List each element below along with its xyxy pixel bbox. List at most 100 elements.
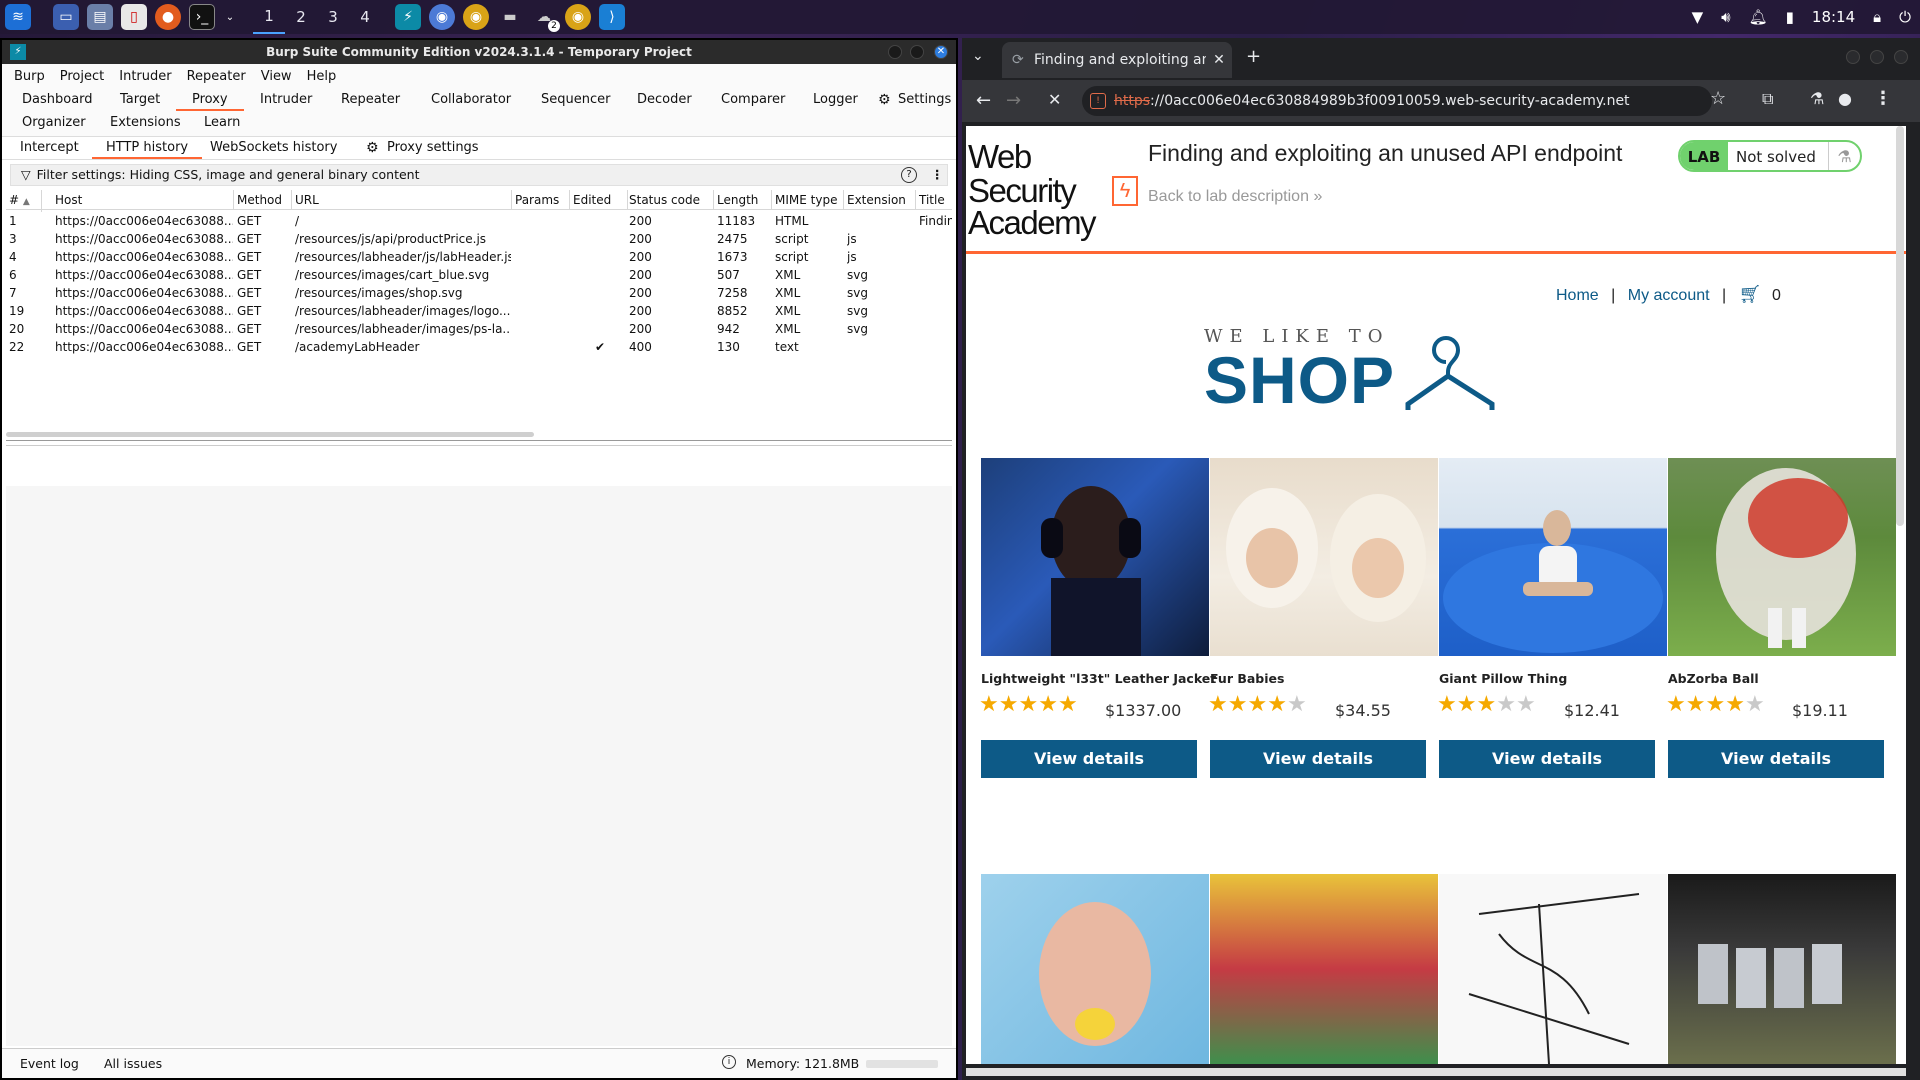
chrome-icon[interactable]: ◉ [463, 4, 489, 30]
subtab-http-history[interactable]: HTTP history [92, 137, 203, 159]
maximize-button[interactable] [910, 45, 924, 59]
product-image-jacket[interactable] [981, 458, 1209, 658]
power-icon[interactable]: ⏻ [1899, 8, 1911, 26]
desktop-icon[interactable]: ▭ [53, 4, 79, 30]
stop-icon[interactable]: ✕ [1048, 90, 1061, 109]
keyboard-icon[interactable]: ▬ [497, 4, 523, 30]
chrome-menu-icon[interactable]: ⋮ [1874, 88, 1892, 109]
forward-icon[interactable]: → [1006, 90, 1021, 111]
address-bar[interactable]: ! https://0acc006e04ec630884989b3f009100… [1082, 86, 1712, 116]
more-options-icon[interactable]: ⋮ [931, 165, 944, 185]
document-icon[interactable]: ▯ [121, 4, 147, 30]
col-num[interactable]: # ▲ [6, 190, 42, 212]
view-details-button-4[interactable]: View details [1668, 740, 1884, 778]
product-image-row2-1[interactable] [981, 874, 1209, 1064]
workspace-4[interactable]: 4 [349, 8, 381, 26]
menu-project[interactable]: Project [60, 69, 104, 84]
help-icon[interactable]: ? [901, 167, 917, 183]
subtab-proxy-settings[interactable]: Proxy settings [387, 137, 479, 159]
subtab-websockets-history[interactable]: WebSockets history [210, 137, 337, 159]
chrome-close-button[interactable] [1894, 50, 1908, 64]
close-button[interactable]: ✕ [934, 45, 948, 59]
tab-close-icon[interactable]: ✕ [1206, 42, 1232, 78]
page-scrollbar[interactable] [1896, 126, 1904, 526]
col-extension[interactable]: Extension [844, 190, 916, 210]
menu-help[interactable]: Help [307, 69, 337, 84]
bell-icon[interactable]: 🔔︎ [1749, 8, 1768, 26]
back-icon[interactable]: ← [976, 90, 991, 111]
tab-extensions[interactable]: Extensions [110, 112, 181, 134]
browser-tab[interactable]: ⟳ Finding and exploiting an unused API e… [1002, 42, 1232, 78]
chrome-icon-2[interactable]: ◉ [565, 4, 591, 30]
col-mime-type[interactable]: MIME type [772, 190, 844, 210]
table-row[interactable]: 3 https://0acc006e04ec63088... GET/resourc… [6, 230, 952, 248]
horizontal-page-scrollbar[interactable] [966, 1068, 1906, 1076]
table-row[interactable]: 4 https://0acc006e04ec63088... GET/resourc… [6, 248, 952, 266]
workspace-3[interactable]: 3 [317, 8, 349, 26]
tab-decoder[interactable]: Decoder [637, 89, 692, 111]
lock-icon[interactable]: 🔒︎ [1873, 8, 1881, 26]
back-to-lab-link[interactable]: Back to lab description » [1148, 188, 1322, 206]
settings-gear-icon[interactable]: ⚙ [878, 89, 891, 111]
subtab-intercept[interactable]: Intercept [20, 137, 79, 159]
filter-bar[interactable]: ▽ Filter settings: Hiding CSS, image and … [10, 164, 948, 186]
files-icon[interactable]: ▤ [87, 4, 113, 30]
labs-icon[interactable]: ⚗ [1810, 89, 1824, 108]
col-length[interactable]: Length [714, 190, 772, 210]
view-details-button-2[interactable]: View details [1210, 740, 1426, 778]
col-edited[interactable]: Edited [570, 190, 628, 210]
tab-proxy[interactable]: Proxy [176, 89, 244, 111]
menu-burp[interactable]: Burp [14, 69, 45, 84]
tab-collaborator[interactable]: Collaborator [431, 89, 511, 111]
bookmark-star-icon[interactable]: ☆ [1710, 88, 1726, 109]
tab-logger[interactable]: Logger [813, 89, 858, 111]
chromium-icon[interactable]: ◉ [429, 4, 455, 30]
tab-dashboard[interactable]: Dashboard [22, 89, 93, 111]
table-row[interactable]: 22 https://0acc006e04ec63088... GET/academ… [6, 338, 952, 356]
col-title[interactable]: Title [916, 190, 952, 210]
workspace-1[interactable]: 1 [253, 0, 285, 34]
product-image-row2-2[interactable] [1210, 874, 1438, 1064]
event-log-link[interactable]: Event log [20, 1056, 79, 1071]
tab-learn[interactable]: Learn [204, 112, 240, 134]
menu-repeater[interactable]: Repeater [187, 69, 246, 84]
product-image-giant-pillow[interactable] [1439, 458, 1667, 656]
col-host[interactable]: Host [52, 190, 234, 210]
chrome-maximize-button[interactable] [1870, 50, 1884, 64]
table-row[interactable]: 6 https://0acc006e04ec63088... GET/resourc… [6, 266, 952, 284]
burp-app-icon[interactable]: ⚡ [395, 4, 421, 30]
volume-icon[interactable]: 🔊︎ [1721, 8, 1730, 26]
horizontal-scrollbar[interactable] [6, 432, 534, 437]
terminal-icon[interactable]: ›_ [189, 4, 215, 30]
all-issues-link[interactable]: All issues [104, 1056, 162, 1071]
menu-view[interactable]: View [261, 69, 292, 84]
tab-repeater[interactable]: Repeater [341, 89, 400, 111]
minimize-button[interactable] [888, 45, 902, 59]
chevron-down-icon[interactable]: ⌄ [223, 4, 237, 30]
academy-logo[interactable]: Web Security Academy ϟ [968, 140, 1138, 239]
menu-intruder[interactable]: Intruder [119, 69, 171, 84]
col-url[interactable]: URL [292, 190, 512, 210]
col-status-code[interactable]: Status code [626, 190, 714, 210]
pane-divider[interactable] [6, 440, 952, 446]
profile-icon[interactable]: ● [1838, 89, 1852, 108]
battery-icon[interactable]: ▮ [1786, 8, 1794, 26]
table-row[interactable]: 7 https://0acc006e04ec63088... GET/resourc… [6, 284, 952, 302]
col-params[interactable]: Params [512, 190, 570, 210]
cart-icon[interactable]: 🛒︎ [1739, 284, 1762, 304]
new-tab-button[interactable]: + [1246, 46, 1261, 67]
view-details-button-3[interactable]: View details [1439, 740, 1655, 778]
product-image-abzorba-ball[interactable] [1668, 458, 1896, 656]
extensions-icon[interactable]: ⧉ [1762, 89, 1773, 109]
clock[interactable]: 18:14 [1812, 8, 1855, 26]
tab-target[interactable]: Target [120, 89, 160, 111]
launcher-icon[interactable]: ≋ [5, 4, 31, 30]
product-image-fur-babies[interactable] [1210, 458, 1438, 656]
product-image-row2-4[interactable] [1668, 874, 1896, 1064]
product-image-row2-3[interactable] [1439, 874, 1667, 1064]
tab-organizer[interactable]: Organizer [22, 112, 86, 134]
vscode-icon[interactable]: ⟩ [599, 4, 625, 30]
tab-comparer[interactable]: Comparer [721, 89, 785, 111]
workspace-2[interactable]: 2 [285, 8, 317, 26]
wifi-icon[interactable]: ▼ [1692, 8, 1704, 26]
